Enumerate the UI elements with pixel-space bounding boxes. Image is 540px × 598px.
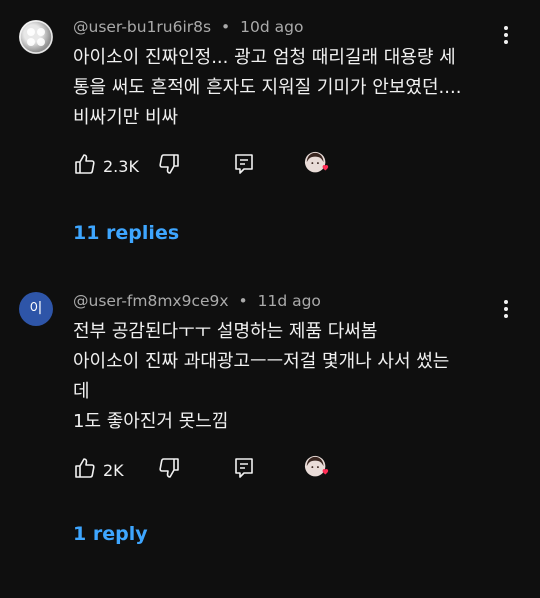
comment-line: 아이소이 진짜 과대광고ㅡㅡ저걸 몇개나 사서 썼는 bbox=[73, 351, 450, 372]
like-count: 2.3K bbox=[103, 157, 139, 176]
reply-comment-icon[interactable] bbox=[232, 152, 256, 176]
meta-separator: • bbox=[238, 292, 248, 310]
more-options-icon[interactable] bbox=[504, 300, 510, 320]
view-replies-button[interactable]: 1 reply bbox=[73, 523, 148, 545]
comment-author[interactable]: @user-fm8mx9ce9x bbox=[73, 292, 229, 310]
comment-time: 10d ago bbox=[240, 18, 304, 36]
dislike-icon[interactable] bbox=[157, 152, 181, 176]
comment-line: 데 bbox=[73, 381, 90, 402]
like-count: 2K bbox=[103, 461, 124, 480]
comment-line: 비싸기만 비싸 bbox=[73, 107, 179, 128]
comment-line: 통을 써도 흔적에 흔자도 지워질 기미가 안보였던.... bbox=[73, 77, 462, 98]
view-replies-button[interactable]: 11 replies bbox=[73, 222, 179, 244]
comment-thread: 이 @user-fm8mx9ce9x • 11d ago 전부 공감된다ㅜㅜ 설… bbox=[0, 286, 540, 598]
avatar[interactable] bbox=[19, 20, 53, 54]
comment-time: 11d ago bbox=[257, 292, 321, 310]
comment-author[interactable]: @user-bu1ru6ir8s bbox=[73, 18, 211, 36]
comment-thread: @user-bu1ru6ir8s • 10d ago 아이소이 진짜인정... … bbox=[0, 0, 540, 286]
comment-line: 아이소이 진짜인정... 광고 엄청 때리길래 대용량 세 bbox=[73, 47, 456, 68]
more-options-icon[interactable] bbox=[504, 26, 510, 46]
comment-meta: @user-bu1ru6ir8s • 10d ago bbox=[73, 18, 303, 36]
reply-comment-icon[interactable] bbox=[232, 456, 256, 480]
comment-line: 전부 공감된다ㅜㅜ 설명하는 제품 다써봄 bbox=[73, 321, 378, 342]
comment-text: 전부 공감된다ㅜㅜ 설명하는 제품 다써봄 아이소이 진짜 과대광고ㅡㅡ저걸 몇… bbox=[73, 317, 500, 437]
like-icon[interactable] bbox=[73, 456, 97, 480]
dislike-icon[interactable] bbox=[157, 456, 181, 480]
like-icon[interactable] bbox=[73, 152, 97, 176]
creator-heart-icon bbox=[304, 455, 329, 477]
creator-heart-icon bbox=[304, 151, 329, 173]
comment-line: 1도 좋아진거 못느낌 bbox=[73, 411, 229, 432]
comment-actions: 2.3K bbox=[73, 151, 373, 182]
avatar[interactable]: 이 bbox=[19, 292, 53, 326]
comment-actions: 2K bbox=[73, 455, 373, 486]
comment-text: 아이소이 진짜인정... 광고 엄청 때리길래 대용량 세 통을 써도 흔적에 … bbox=[73, 43, 500, 133]
meta-separator: • bbox=[221, 18, 231, 36]
comment-meta: @user-fm8mx9ce9x • 11d ago bbox=[73, 292, 321, 310]
avatar-pattern-icon bbox=[19, 20, 53, 54]
